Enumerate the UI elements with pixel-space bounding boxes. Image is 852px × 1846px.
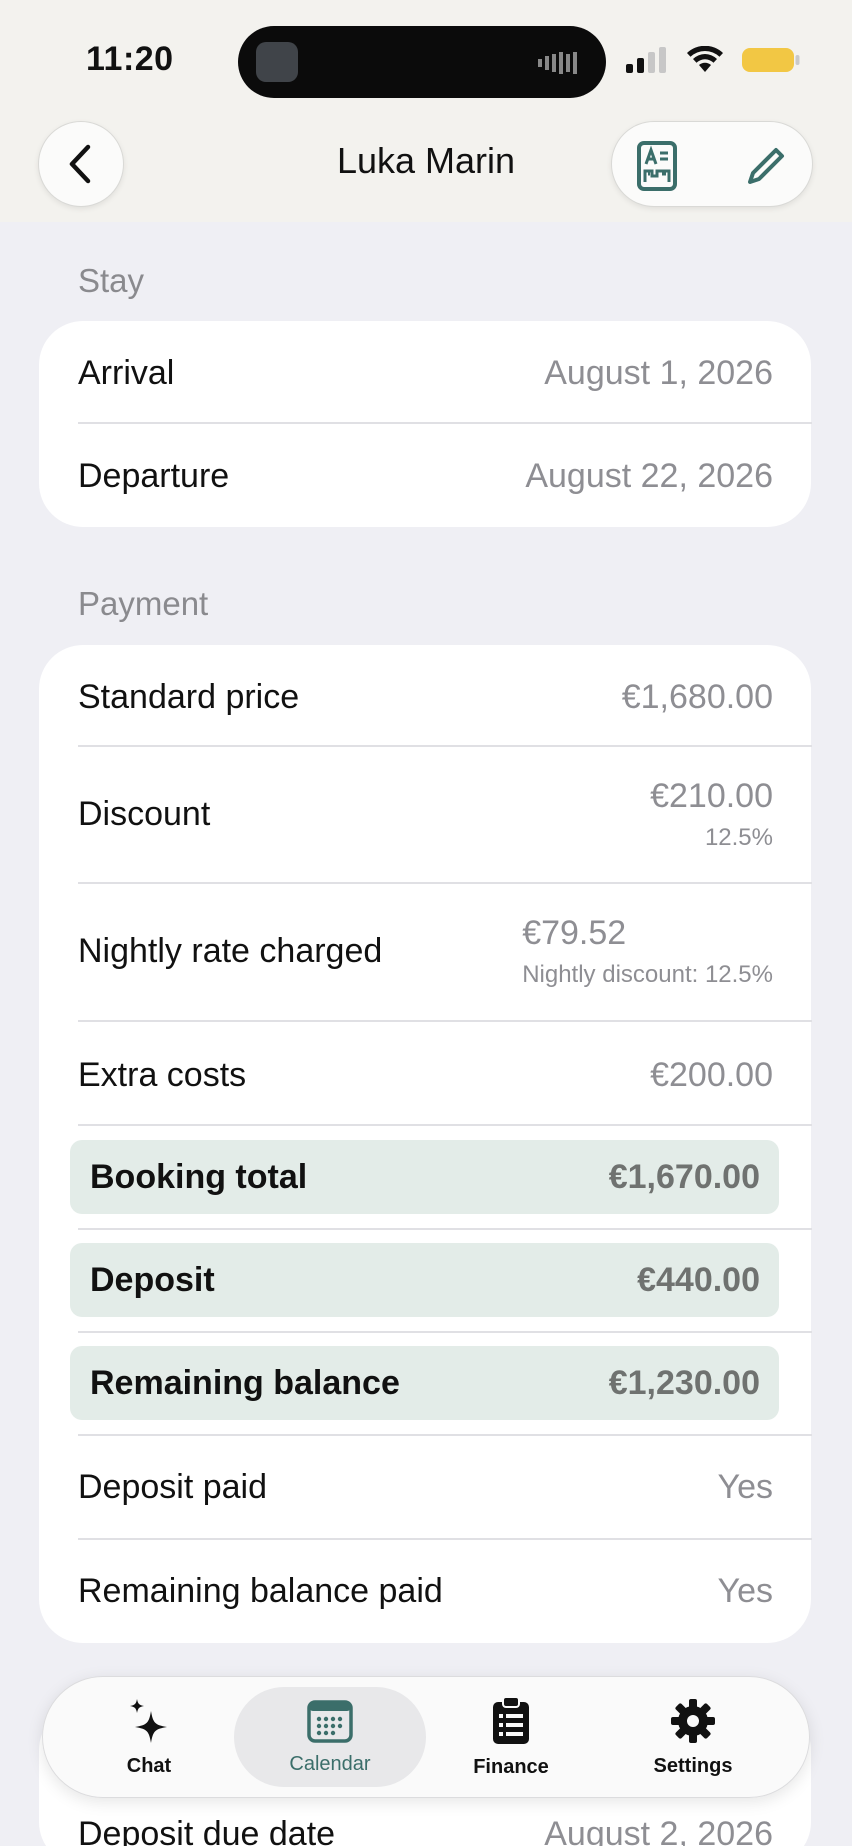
deposit-due-row[interactable]: Deposit due date August 2, 2026 (78, 1806, 773, 1846)
row-value: Yes (717, 1571, 773, 1610)
row-value-group: €79.52 Nightly discount: 12.5% (522, 914, 773, 989)
stay-card: Arrival August 1, 2026 Departure August … (39, 321, 812, 527)
tab-bar: Chat Calendar Finance Settings (42, 1676, 810, 1798)
tab-finance[interactable]: Finance (415, 1687, 607, 1787)
divider (78, 1434, 812, 1436)
deposit-paid-row[interactable]: Deposit paid Yes (78, 1459, 773, 1515)
divider (78, 1538, 812, 1540)
row-value: €1,670.00 (608, 1157, 760, 1196)
departure-row[interactable]: Departure August 22, 2026 (78, 448, 773, 504)
row-value: €200.00 (650, 1055, 773, 1094)
gear-icon (671, 1698, 715, 1743)
booking-detail-screen: 11:20 Luka Marin Stay Arrival August 1, … (0, 0, 852, 1846)
deposit-row[interactable]: Deposit €440.00 (70, 1243, 779, 1317)
live-activity-thumbnail (256, 42, 298, 82)
divider (78, 422, 812, 424)
header-actions (611, 121, 813, 207)
arrival-row[interactable]: Arrival August 1, 2026 (78, 345, 773, 401)
dynamic-island (238, 26, 606, 98)
row-label: Departure (78, 456, 230, 495)
row-label: Nightly rate charged (78, 931, 383, 970)
row-label: Extra costs (78, 1055, 247, 1094)
row-label: Deposit paid (78, 1467, 268, 1506)
status-time: 11:20 (86, 40, 174, 78)
battery-icon (742, 48, 800, 72)
clipboard-icon (493, 1695, 529, 1744)
row-value: €79.52 (522, 913, 627, 952)
row-label: Arrival (78, 353, 175, 392)
row-value: €210.00 (650, 776, 773, 815)
tab-calendar[interactable]: Calendar (234, 1687, 426, 1787)
row-label: Remaining balance paid (78, 1571, 443, 1610)
row-value: August 2, 2026 (544, 1814, 773, 1846)
tab-chat[interactable]: Chat (53, 1687, 245, 1787)
divider (78, 1124, 812, 1126)
tab-label: Finance (473, 1755, 549, 1778)
divider (78, 882, 812, 884)
row-label: Booking total (90, 1157, 308, 1196)
remaining-balance-row[interactable]: Remaining balance €1,230.00 (70, 1346, 779, 1420)
payment-card: Standard price €1,680.00 Discount €210.0… (39, 645, 812, 1643)
divider (78, 745, 812, 747)
row-value: €1,230.00 (608, 1363, 760, 1402)
row-value: €440.00 (637, 1260, 760, 1299)
tab-settings[interactable]: Settings (597, 1687, 789, 1787)
row-subvalue: Nightly discount: 12.5% (522, 960, 773, 988)
status-indicators (626, 46, 800, 74)
pencil-icon[interactable] (744, 144, 788, 188)
row-label: Deposit (90, 1260, 215, 1299)
row-label: Deposit due date (78, 1814, 336, 1846)
row-subvalue: 12.5% (704, 823, 773, 851)
cellular-signal-icon (626, 47, 666, 73)
tab-label: Calendar (289, 1752, 371, 1775)
divider (78, 1331, 812, 1333)
stay-section-label: Stay (78, 262, 145, 299)
divider (78, 1228, 812, 1230)
calendar-icon (307, 1699, 353, 1743)
row-value: Yes (717, 1467, 773, 1506)
row-value: €1,680.00 (621, 677, 773, 716)
tab-label: Settings (653, 1754, 733, 1777)
row-label: Discount (78, 794, 211, 833)
remaining-paid-row[interactable]: Remaining balance paid Yes (78, 1563, 773, 1619)
extra-costs-row[interactable]: Extra costs €200.00 (78, 1047, 773, 1103)
tab-label: Chat (126, 1754, 172, 1777)
booking-total-row[interactable]: Booking total €1,670.00 (70, 1140, 779, 1214)
row-label: Remaining balance (90, 1363, 400, 1402)
row-value: August 1, 2026 (544, 353, 773, 392)
payment-section-label: Payment (78, 585, 209, 622)
discount-row[interactable]: Discount €210.00 12.5% (78, 765, 773, 863)
audio-wave-icon (538, 52, 577, 74)
row-value: August 22, 2026 (525, 456, 773, 495)
row-value-group: €210.00 12.5% (650, 777, 773, 852)
row-label: Standard price (78, 677, 300, 716)
sparkles-icon (130, 1698, 167, 1743)
nightly-rate-row[interactable]: Nightly rate charged €79.52 Nightly disc… (78, 902, 773, 1000)
divider (78, 1020, 812, 1022)
contact-card-icon[interactable] (636, 140, 678, 192)
wifi-icon (687, 46, 723, 72)
standard-price-row[interactable]: Standard price €1,680.00 (78, 669, 773, 725)
